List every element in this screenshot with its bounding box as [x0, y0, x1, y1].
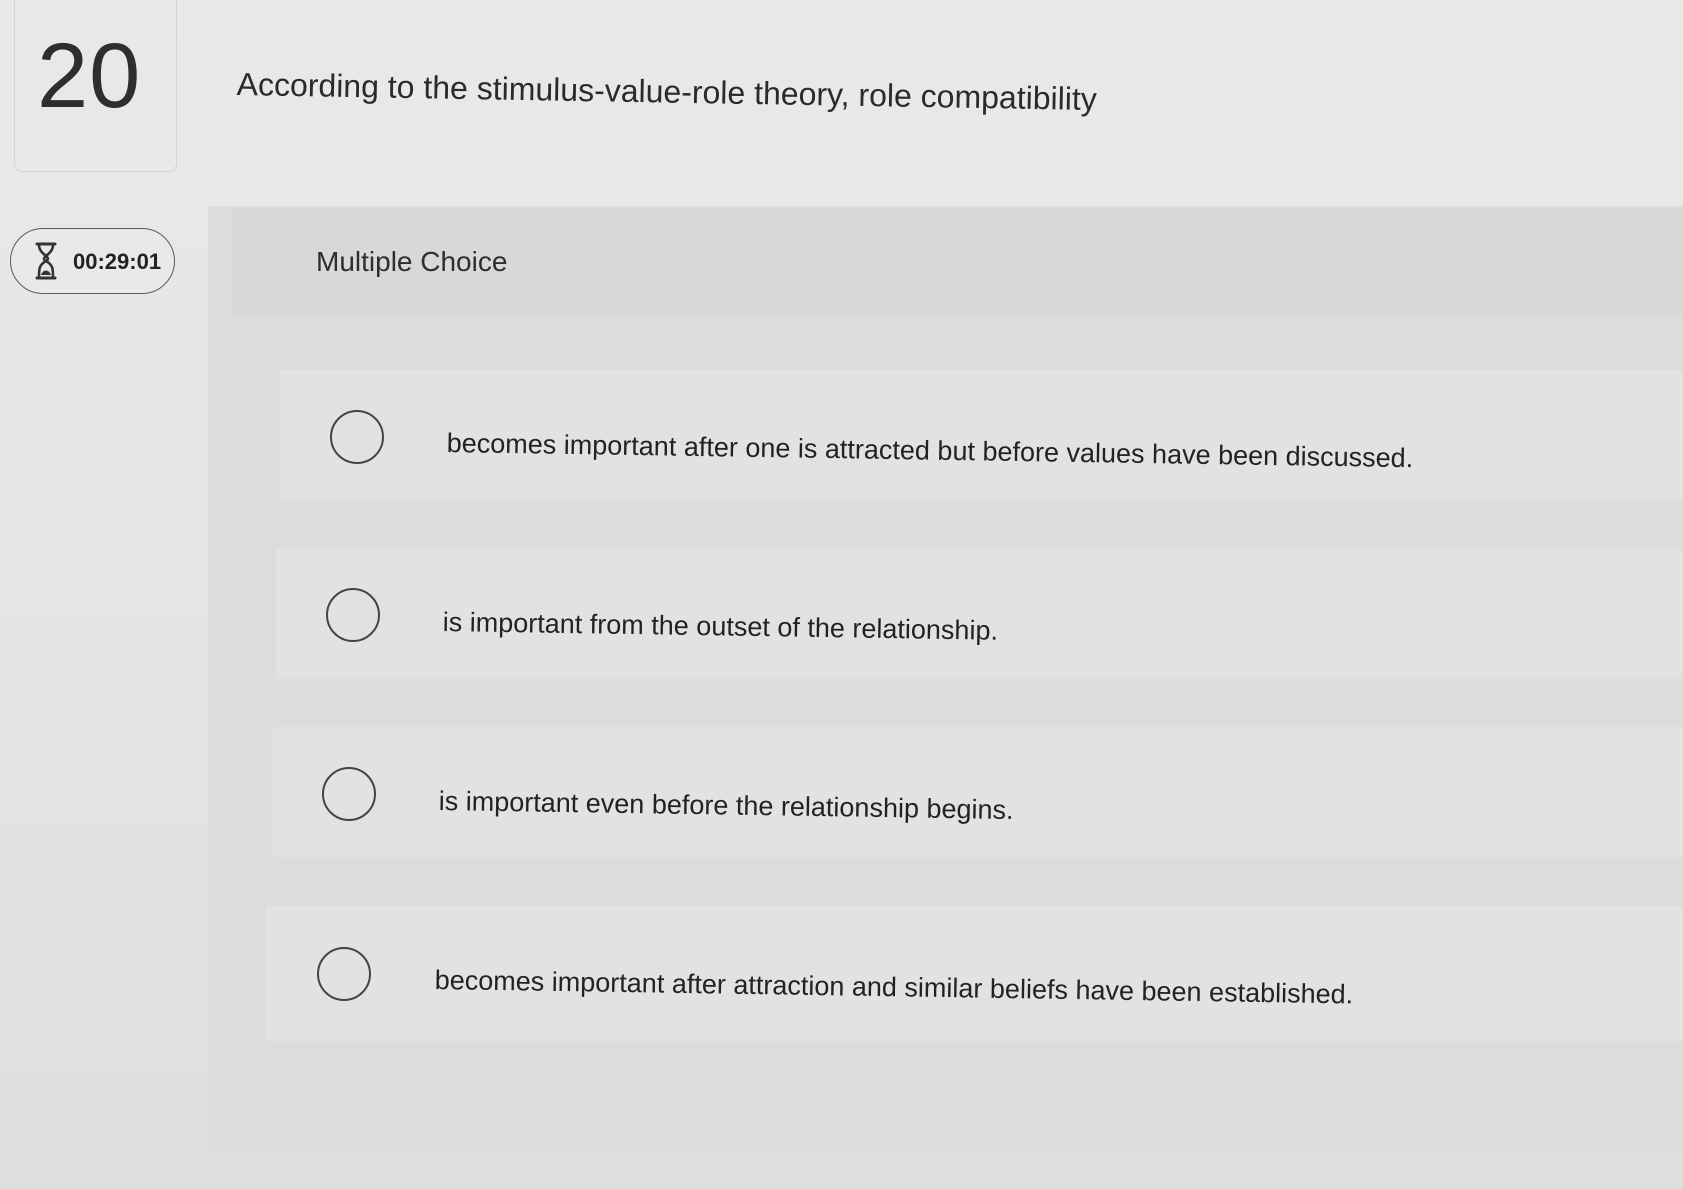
timer-value: 00:29:01: [73, 249, 162, 274]
question-number-box: 20: [14, 0, 177, 172]
question-prompt: According to the stimulus-value-role the…: [236, 66, 1098, 118]
timer-badge: 00:29:01: [10, 228, 175, 294]
hourglass-icon: [35, 242, 57, 280]
question-type-label: Multiple Choice: [316, 246, 508, 277]
radio-button[interactable]: [317, 947, 371, 1001]
quiz-page: 20 According to the stimulus-value-role …: [0, 0, 1683, 1189]
radio-button[interactable]: [326, 588, 380, 642]
radio-button[interactable]: [322, 767, 376, 821]
question-number: 20: [37, 25, 142, 127]
radio-button[interactable]: [330, 410, 384, 464]
